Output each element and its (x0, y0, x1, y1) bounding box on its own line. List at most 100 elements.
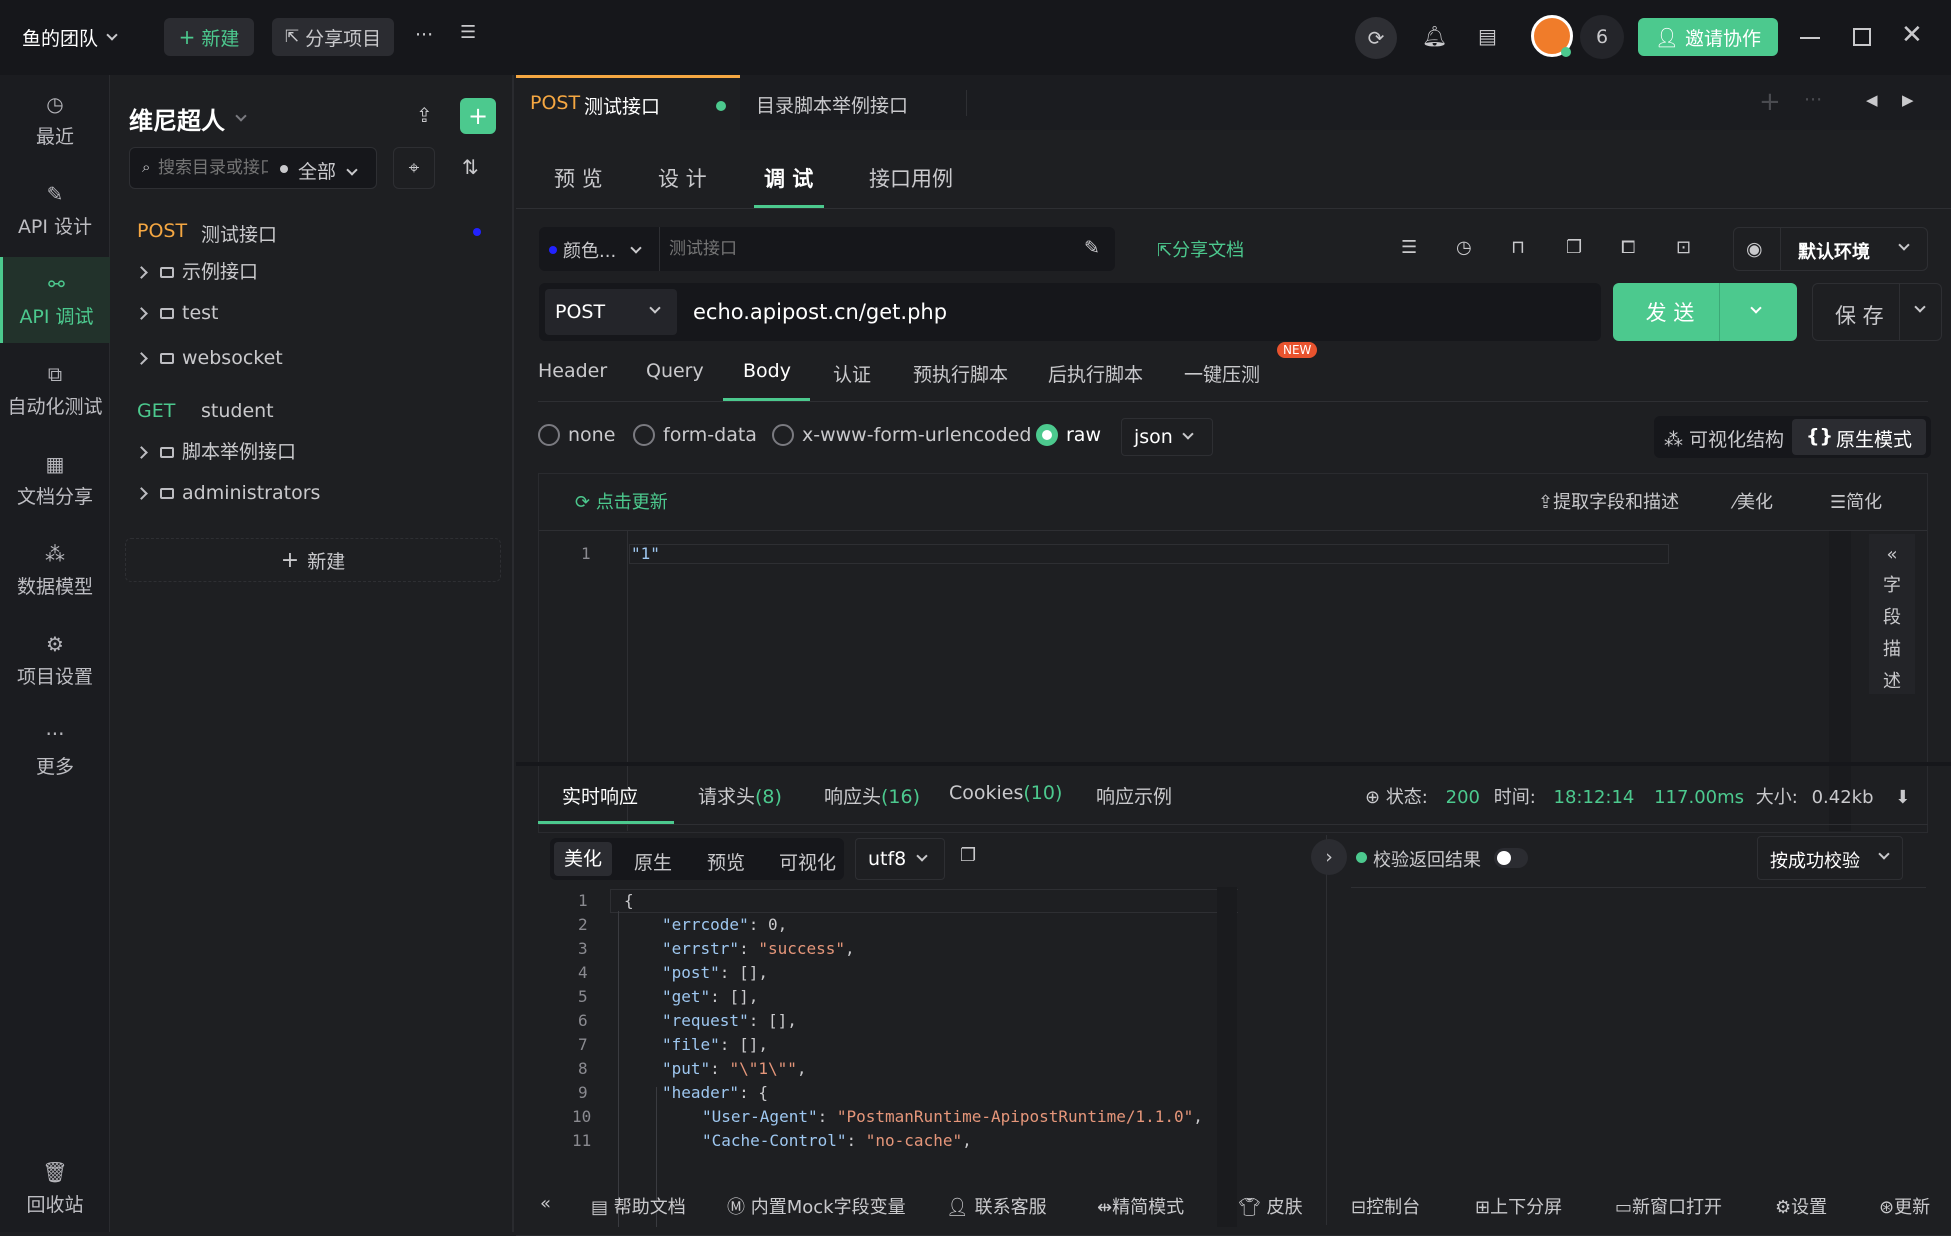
share-project-button[interactable]: ⇱ 分享项目 (272, 18, 394, 56)
new-button[interactable]: + 新建 (164, 18, 254, 56)
menu-icon[interactable]: ☰ (460, 22, 476, 43)
validate-toggle[interactable] (1494, 848, 1528, 868)
body-type-form-data[interactable]: form-data (633, 424, 757, 446)
req-tab-auth[interactable]: 认证 (833, 360, 871, 387)
body-type-raw[interactable]: raw (1036, 424, 1101, 446)
tree-folder[interactable]: administrators (135, 482, 320, 522)
tree-folder[interactable]: 示例接口 (135, 257, 258, 297)
send-button[interactable]: 发 送 (1613, 283, 1797, 341)
response-scrollbar[interactable] (1217, 887, 1237, 1227)
body-type-urlencoded[interactable]: x-www-form-urlencoded (772, 424, 1031, 446)
encoding-select[interactable]: utf8 (855, 838, 945, 880)
filter-select[interactable]: 全部 (298, 157, 358, 184)
view-beautify[interactable]: 美化 (554, 842, 612, 876)
add-button[interactable]: + (460, 98, 496, 134)
history-icon[interactable]: ◷ (1456, 237, 1472, 258)
resp-tab-example[interactable]: 响应示例 (1096, 782, 1172, 809)
resp-tab-req-headers[interactable]: 请求头(8) (698, 782, 782, 809)
raw-mode-button[interactable]: {} 原生模式 (1792, 419, 1926, 455)
refresh-button[interactable]: ⟳ 点击更新 (575, 488, 668, 514)
help-doc-button[interactable]: ▤ 帮助文档 (591, 1193, 686, 1219)
indent-icon[interactable]: ☰ (1401, 237, 1417, 258)
field-desc-sidebar[interactable]: « 字 段 描 述 (1869, 534, 1915, 694)
mode-preview[interactable]: 预 览 (554, 163, 603, 193)
color-select[interactable]: 颜色... (549, 237, 642, 263)
resp-tab-resp-headers[interactable]: 响应头(16) (824, 782, 920, 809)
lock-icon[interactable]: ⊓ (1511, 237, 1525, 258)
nav-api-debug[interactable]: ⚯ API 调试 (0, 257, 110, 343)
nav-more[interactable]: ··· 更多 (0, 707, 110, 793)
mode-cases[interactable]: 接口用例 (869, 163, 953, 193)
support-button[interactable]: 👤︎ 联系客服 (946, 1193, 1047, 1219)
team-switcher[interactable]: 鱼的团队 (22, 24, 118, 51)
project-switcher[interactable]: 维尼超人 (129, 101, 247, 136)
req-tab-post-script[interactable]: 后执行脚本 (1048, 360, 1143, 387)
view-raw[interactable]: 原生 (634, 848, 672, 875)
sync-icon[interactable]: ⟳ (1355, 17, 1397, 59)
scroll-right-icon[interactable]: ▶ (1902, 91, 1914, 109)
expand-validate-icon[interactable]: › (1311, 839, 1347, 875)
nav-project-settings[interactable]: ⚙ 项目设置 (0, 617, 110, 703)
tab-script-example[interactable]: 目录脚本举例接口 (742, 75, 982, 130)
split-screen-button[interactable]: ⊞上下分屏 (1475, 1193, 1562, 1219)
mode-debug[interactable]: 调 试 (764, 163, 813, 193)
nav-data-model[interactable]: ⁂ 数据模型 (0, 527, 110, 613)
close-icon[interactable]: ✕ (1901, 20, 1923, 50)
req-tab-body[interactable]: Body (743, 360, 791, 382)
invite-button[interactable]: 👤︎ 邀请协作 (1638, 18, 1778, 56)
add-tab-icon[interactable]: + (1759, 87, 1781, 117)
nav-automation[interactable]: ⧉ 自动化测试 (0, 347, 110, 433)
view-preview[interactable]: 预览 (707, 848, 745, 875)
notes-icon[interactable]: ▤ (1478, 24, 1497, 48)
bell-icon[interactable]: 🔔︎ (1422, 24, 1447, 48)
simplify-button[interactable]: ☰简化 (1830, 488, 1882, 514)
code-icon[interactable]: ⧠ (1621, 237, 1635, 258)
body-type-none[interactable]: none (538, 424, 615, 446)
tab-more-icon[interactable]: ··· (1804, 89, 1822, 111)
sort-icon[interactable]: ⇅ (462, 155, 479, 179)
tree-item[interactable]: GET student (117, 392, 507, 432)
nav-trash[interactable]: 🗑︎ 回收站 (0, 1145, 110, 1231)
import-icon[interactable]: ⊡ (1676, 237, 1691, 258)
format-select[interactable]: json (1121, 418, 1213, 456)
mode-design[interactable]: 设 计 (658, 163, 707, 193)
req-tab-pre-script[interactable]: 预执行脚本 (913, 360, 1008, 387)
nav-doc-share[interactable]: ▦ 文档分享 (0, 437, 110, 523)
simple-mode-button[interactable]: ⇹精简模式 (1097, 1193, 1184, 1219)
member-count[interactable]: 6 (1580, 15, 1624, 59)
copy-icon[interactable]: ❐ (1566, 237, 1582, 258)
maximize-icon[interactable] (1853, 28, 1871, 46)
skin-button[interactable]: 👕︎ 皮肤 (1238, 1193, 1303, 1219)
settings-button[interactable]: ⚙设置 (1775, 1193, 1827, 1219)
resp-tab-cookies[interactable]: Cookies(10) (949, 782, 1062, 804)
visual-mode-button[interactable]: ⁂ 可视化结构 (1664, 425, 1784, 452)
locate-icon[interactable]: ⌖ (393, 147, 435, 189)
method-select[interactable]: POST (545, 289, 677, 335)
minimize-icon[interactable] (1800, 37, 1820, 39)
code-line[interactable]: "1" (631, 544, 660, 568)
validate-mode-select[interactable]: 按成功校验 (1757, 836, 1903, 880)
mock-fields-button[interactable]: Ⓜ 内置Mock字段变量 (727, 1193, 906, 1219)
extract-button[interactable]: ⇪提取字段和描述 (1538, 488, 1679, 514)
update-button[interactable]: ⊛更新 (1879, 1193, 1930, 1219)
resp-tab-live[interactable]: 实时响应 (562, 782, 638, 809)
search-input[interactable] (158, 156, 268, 180)
scroll-left-icon[interactable]: ◀ (1866, 91, 1878, 109)
new-window-button[interactable]: ▭新窗口打开 (1615, 1193, 1722, 1219)
console-button[interactable]: ⊟控制台 (1351, 1193, 1420, 1219)
nav-recent[interactable]: ◷ 最近 (0, 77, 110, 163)
tree-folder[interactable]: websocket (135, 347, 283, 387)
env-select[interactable]: ◉ 默认环境 (1733, 227, 1928, 271)
api-name-input[interactable] (669, 237, 1049, 261)
tab-post-test[interactable]: POST 测试接口 (516, 75, 740, 130)
url-input[interactable] (693, 297, 1573, 327)
more-button[interactable]: ··· (415, 24, 433, 46)
download-icon[interactable]: ⬇ (1895, 787, 1910, 808)
tree-new-button[interactable]: + 新建 (125, 538, 501, 582)
share-doc-link[interactable]: ⇱分享文档 (1157, 236, 1244, 262)
nav-api-design[interactable]: ✎ API 设计 (0, 167, 110, 253)
beautify-button[interactable]: ⁄美化 (1734, 488, 1773, 514)
edit-desc-icon[interactable]: ✎ (1084, 237, 1100, 259)
req-tab-stress-test[interactable]: 一键压测 (1184, 360, 1260, 387)
req-tab-header[interactable]: Header (538, 360, 607, 382)
